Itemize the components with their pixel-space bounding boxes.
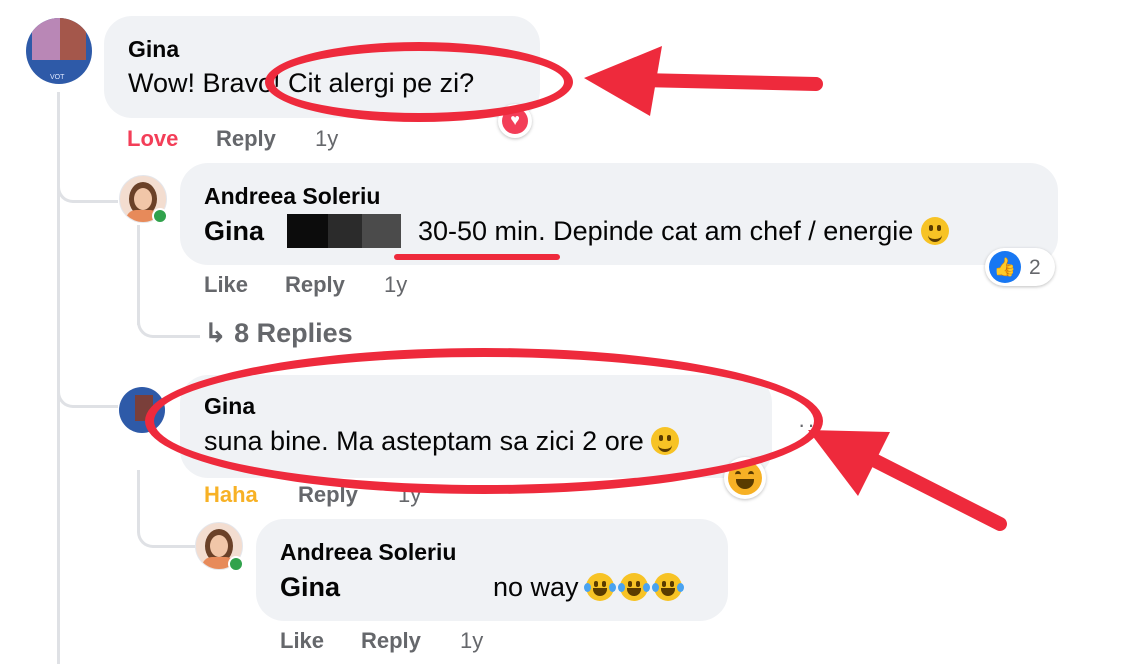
comment-mention[interactable]: Gina: [280, 572, 340, 603]
thread-connector: [57, 170, 118, 203]
thread-connector: [137, 520, 196, 548]
reply-arrow-icon: ↳: [204, 318, 227, 348]
comment-bubble[interactable]: [256, 519, 728, 621]
blush-emoji-icon: [920, 217, 949, 245]
reply-button[interactable]: Reply: [216, 126, 276, 152]
like-icon: 👍: [989, 251, 1021, 283]
timestamp[interactable]: 1y: [460, 628, 483, 654]
thread-connector: [57, 380, 118, 408]
comment-author[interactable]: Andreea Soleriu: [280, 539, 456, 566]
timestamp[interactable]: 1y: [315, 126, 338, 152]
comment-author[interactable]: Gina: [128, 36, 179, 63]
like-button[interactable]: Like: [204, 272, 248, 298]
highlight-ellipse-annotation: [145, 348, 823, 494]
reply-button[interactable]: Reply: [361, 628, 421, 654]
reaction-label[interactable]: Haha: [204, 482, 258, 508]
tears-of-joy-emoji-icon: [584, 573, 617, 601]
reply-button[interactable]: Reply: [285, 272, 345, 298]
avatar[interactable]: VOT: [26, 18, 92, 84]
reaction-count: 2: [1029, 256, 1041, 279]
comment-text: 30-50 min. Depinde cat am chef / energie: [418, 216, 949, 247]
online-status-icon: [152, 208, 168, 224]
underline-annotation: [394, 254, 560, 260]
thread-connector: [137, 300, 200, 338]
like-button[interactable]: Like: [280, 628, 324, 654]
like-reaction-badge[interactable]: 👍 2: [985, 248, 1055, 286]
online-status-icon: [228, 556, 244, 572]
tears-of-joy-emoji-icon: [652, 573, 685, 601]
arrow-left-icon: [584, 46, 823, 116]
highlight-ellipse-annotation: [265, 42, 573, 122]
timestamp[interactable]: 1y: [384, 272, 407, 298]
comment-author[interactable]: Andreea Soleriu: [204, 183, 380, 210]
redacted-block: [287, 214, 401, 248]
avatar-badge: VOT: [50, 74, 65, 81]
view-replies-link[interactable]: ↳ 8 Replies: [204, 318, 353, 349]
comment-text: no way: [493, 572, 685, 603]
reaction-label[interactable]: Love: [127, 126, 178, 152]
arrow-up-left-icon: [808, 430, 1007, 531]
comment-mention[interactable]: Gina: [204, 216, 264, 247]
tears-of-joy-emoji-icon: [618, 573, 651, 601]
